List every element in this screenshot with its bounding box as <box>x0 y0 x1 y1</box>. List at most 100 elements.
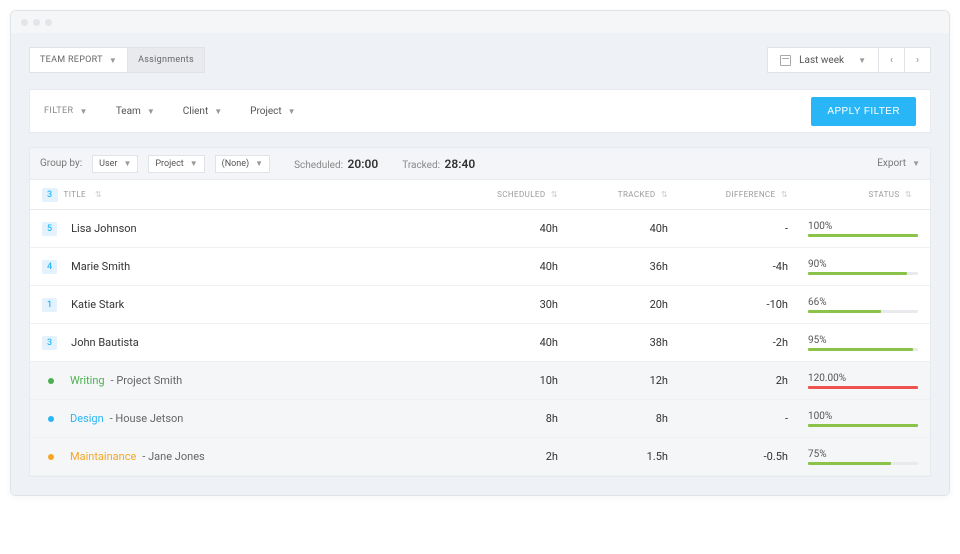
row-tracked: 38h <box>558 336 668 349</box>
row-scheduled: 8h <box>448 412 558 425</box>
row-tracked: 40h <box>558 222 668 235</box>
group-select-value: Project <box>155 159 183 169</box>
window-dot <box>45 19 52 26</box>
row-title-cell: 4Marie Smith <box>42 260 448 274</box>
row-title-cell: Writing - Project Smith <box>42 374 448 387</box>
group-by-label: Group by: <box>40 158 82 169</box>
table-row[interactable]: 1Katie Stark30h20h-10h66% <box>30 286 930 324</box>
chevron-left-icon: ‹ <box>890 55 893 66</box>
header-title-label: TITLE <box>64 190 86 199</box>
status-percent-label: 95% <box>808 335 918 346</box>
row-status-cell: 75% <box>788 449 918 465</box>
content: TEAM REPORT ▼ Assignments Last week ▼ ‹ … <box>11 33 949 495</box>
row-count-badge: 4 <box>42 260 57 274</box>
report-panel: Group by: User ▼ Project ▼ (None) ▼ Sche… <box>29 147 931 477</box>
project-filter[interactable]: Project ▼ <box>236 106 309 117</box>
group-select-1[interactable]: User ▼ <box>92 155 138 173</box>
header-difference[interactable]: DIFFERENCE ⇅ <box>668 190 788 199</box>
row-project-name: Design <box>70 412 104 425</box>
date-nav: Last week ▼ ‹ › <box>767 47 931 73</box>
report-tabs: TEAM REPORT ▼ Assignments <box>29 47 205 73</box>
sort-icon: ⇅ <box>905 190 912 199</box>
client-filter[interactable]: Client ▼ <box>169 106 236 117</box>
app-window: TEAM REPORT ▼ Assignments Last week ▼ ‹ … <box>10 10 950 496</box>
chevron-down-icon: ▼ <box>80 107 88 116</box>
group-select-value: User <box>99 159 117 169</box>
row-project-name: Maintainance <box>70 450 136 463</box>
apply-filter-button[interactable]: APPLY FILTER <box>811 97 916 126</box>
status-progress-fill <box>808 272 907 275</box>
window-dot <box>33 19 40 26</box>
chevron-right-icon: › <box>916 55 919 66</box>
row-title-cell: 5Lisa Johnson <box>42 222 448 236</box>
table-row[interactable]: Maintainance - Jane Jones2h1.5h-0.5h75% <box>30 438 930 476</box>
header-title[interactable]: 3 TITLE ⇅ <box>42 188 448 202</box>
status-progress-bar <box>808 386 918 389</box>
next-button[interactable]: › <box>905 47 931 73</box>
status-progress-bar <box>808 462 918 465</box>
filter-bar: FILTER ▼ Team ▼ Client ▼ Project ▼ APPLY… <box>29 89 931 133</box>
row-count-badge: 5 <box>42 222 57 236</box>
row-scheduled: 40h <box>448 336 558 349</box>
scheduled-summary-value: 20:00 <box>348 157 379 171</box>
row-title-cell: 3 John Bautista <box>42 336 448 350</box>
filter-label: FILTER <box>44 106 74 116</box>
date-range-dropdown[interactable]: Last week ▼ <box>767 47 879 73</box>
project-color-dot <box>48 454 54 460</box>
table-row[interactable]: 3John Bautista40h38h-2h95% <box>30 324 930 362</box>
top-toolbar: TEAM REPORT ▼ Assignments Last week ▼ ‹ … <box>29 47 931 73</box>
header-scheduled[interactable]: SCHEDULED ⇅ <box>448 190 558 199</box>
group-select-2[interactable]: Project ▼ <box>148 155 204 173</box>
header-count-badge: 3 <box>42 188 58 202</box>
group-select-3[interactable]: (None) ▼ <box>215 155 270 173</box>
row-tracked: 12h <box>558 374 668 387</box>
table-row[interactable]: Writing - Project Smith10h12h2h 120.00% <box>30 362 930 400</box>
sort-icon: ⇅ <box>781 190 788 199</box>
export-dropdown[interactable]: Export ▼ <box>877 158 920 169</box>
table-row[interactable]: 5Lisa Johnson40h40h-100% <box>30 210 930 248</box>
status-percent-label: 100% <box>808 411 918 422</box>
table-row[interactable]: 4Marie Smith40h36h-4h90% <box>30 248 930 286</box>
sort-icon: ⇅ <box>551 190 558 199</box>
status-progress-bar <box>808 234 918 237</box>
filter-dropdown[interactable]: FILTER ▼ <box>44 106 102 116</box>
row-project-suffix: - House Jetson <box>110 412 184 425</box>
header-tracked[interactable]: TRACKED ⇅ <box>558 190 668 199</box>
status-percent-label: 120.00% <box>808 373 918 384</box>
chevron-down-icon: ▼ <box>288 107 296 116</box>
status-percent-label: 100% <box>808 221 918 232</box>
status-progress-fill <box>808 424 918 427</box>
row-title-cell: Maintainance - Jane Jones <box>42 450 448 463</box>
prev-button[interactable]: ‹ <box>879 47 905 73</box>
sort-icon: ⇅ <box>95 190 102 199</box>
assignments-label: Assignments <box>138 55 194 65</box>
status-progress-bar <box>808 272 918 275</box>
titlebar <box>11 11 949 33</box>
row-user-name: John Bautista <box>71 336 139 349</box>
row-project-suffix: - Jane Jones <box>142 450 204 463</box>
project-filter-label: Project <box>250 106 282 117</box>
export-label: Export <box>877 158 906 169</box>
team-filter[interactable]: Team ▼ <box>102 106 169 117</box>
tracked-summary: Tracked: 28:40 <box>402 157 475 171</box>
row-title-cell: 1Katie Stark <box>42 298 448 312</box>
scheduled-summary: Scheduled: 20:00 <box>294 157 378 171</box>
row-count-badge: 3 <box>42 336 57 350</box>
header-status[interactable]: STATUS ⇅ <box>788 190 918 199</box>
status-progress-fill <box>808 386 918 389</box>
row-scheduled: 10h <box>448 374 558 387</box>
chevron-down-icon: ▼ <box>912 159 920 168</box>
row-diff: -10h <box>668 298 788 311</box>
group-bar: Group by: User ▼ Project ▼ (None) ▼ Sche… <box>30 148 930 180</box>
row-scheduled: 40h <box>448 260 558 273</box>
assignments-tab[interactable]: Assignments <box>128 47 205 73</box>
row-tracked: 20h <box>558 298 668 311</box>
chevron-down-icon: ▼ <box>858 56 866 65</box>
team-filter-label: Team <box>116 106 141 117</box>
status-progress-bar <box>808 348 918 351</box>
table-row[interactable]: Design - House Jetson8h8h-100% <box>30 400 930 438</box>
row-diff: 2h <box>668 374 788 387</box>
group-select-value: (None) <box>222 159 250 169</box>
row-diff: - <box>668 412 788 425</box>
team-report-dropdown[interactable]: TEAM REPORT ▼ <box>29 47 128 73</box>
